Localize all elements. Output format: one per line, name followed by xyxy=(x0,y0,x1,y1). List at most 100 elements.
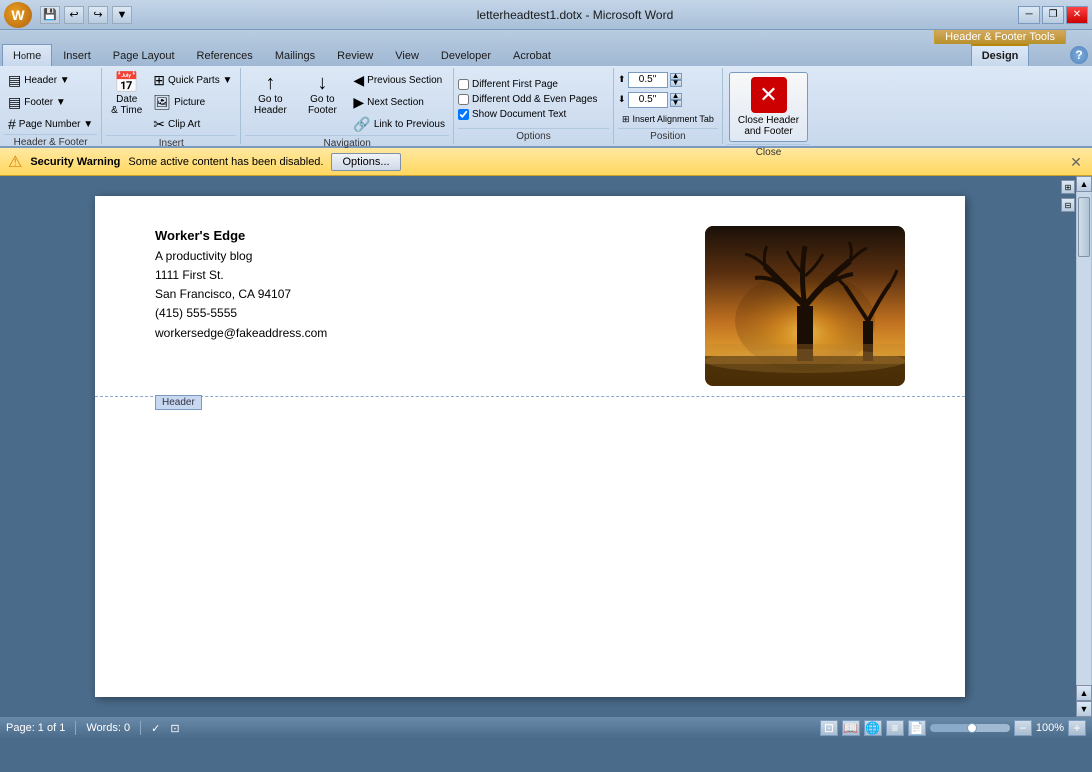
header-button[interactable]: ▤ Header ▼ xyxy=(4,70,97,91)
document-area: Worker's Edge A productivity blog 1111 F… xyxy=(0,176,1092,717)
close-group-label: Close xyxy=(727,144,810,158)
goto-footer-icon: ↓ xyxy=(317,73,327,93)
footer-position-field: ⬇ ▲ ▼ xyxy=(618,92,682,108)
zoom-slider[interactable] xyxy=(930,724,1010,732)
status-sep-2 xyxy=(140,721,141,735)
qat-undo[interactable]: ↩ xyxy=(64,6,84,24)
tab-view[interactable]: View xyxy=(384,44,430,66)
close-hf-label: Close Headerand Footer xyxy=(738,115,799,137)
quick-parts-button[interactable]: ⊞ Quick Parts ▼ xyxy=(149,70,236,91)
diff-first-checkbox[interactable] xyxy=(458,79,469,90)
scroll-up-button[interactable]: ▲ xyxy=(1076,176,1092,192)
tab-acrobat[interactable]: Acrobat xyxy=(502,44,562,66)
view-draft-button[interactable]: 📄 xyxy=(908,720,926,736)
view-normal-button[interactable]: ⊡ xyxy=(820,720,838,736)
tab-design[interactable]: Design xyxy=(971,44,1030,66)
close-hf-icon: ✕ xyxy=(751,77,787,113)
layout-icon[interactable]: ⊡ xyxy=(170,722,179,735)
show-doc-text-checkbox[interactable] xyxy=(458,109,469,120)
link-icon: 🔗 xyxy=(353,116,370,133)
qat-more[interactable]: ▼ xyxy=(112,6,132,24)
tab-page-layout[interactable]: Page Layout xyxy=(102,44,186,66)
prev-section-button[interactable]: ◀ Previous Section xyxy=(349,70,449,91)
footer-button[interactable]: ▤ Footer ▼ xyxy=(4,92,97,113)
header-label: Header xyxy=(155,395,202,410)
city-state: San Francisco, CA 94107 xyxy=(155,285,327,304)
restore-button[interactable]: ❐ xyxy=(1042,6,1064,24)
company-name: Worker's Edge xyxy=(155,226,327,247)
proofing-icon[interactable]: ✓ xyxy=(151,722,160,735)
tab-developer[interactable]: Developer xyxy=(430,44,502,66)
scroll-down-button-1[interactable]: ▲ xyxy=(1076,685,1092,701)
qat-save[interactable]: 💾 xyxy=(40,6,60,24)
window-title: letterheadtest1.dotx - Microsoft Word xyxy=(132,8,1018,22)
security-close-button[interactable]: ✕ xyxy=(1068,154,1084,170)
link-prev-button[interactable]: 🔗 Link to Previous xyxy=(349,114,449,135)
address1: 1111 First St. xyxy=(155,266,327,285)
zoom-out-button[interactable]: − xyxy=(1014,720,1032,736)
document-scroll-area: Worker's Edge A productivity blog 1111 F… xyxy=(0,176,1060,717)
clip-art-icon: ✂ xyxy=(153,116,165,133)
header-position-input[interactable] xyxy=(628,72,668,88)
view-reading-button[interactable]: 📖 xyxy=(842,720,860,736)
office-button[interactable]: W xyxy=(4,2,32,28)
picture-icon: 🖼 xyxy=(153,94,171,111)
picture-button[interactable]: 🖼 Picture xyxy=(149,92,236,113)
alignment-icon: ⊞ xyxy=(622,114,630,125)
page-number-button[interactable]: # Page Number ▼ xyxy=(4,114,97,134)
date-time-icon: 📅 xyxy=(114,73,139,93)
ribbon-group-header-footer: ▤ Header ▼ ▤ Footer ▼ # Page Number ▼ He… xyxy=(0,68,102,144)
ribbon-tab-area: Home Insert Page Layout References Maili… xyxy=(0,30,1092,66)
security-message: Some active content has been disabled. xyxy=(128,156,323,168)
zoom-in-button[interactable]: + xyxy=(1068,720,1086,736)
qat-redo[interactable]: ↪ xyxy=(88,6,108,24)
goto-footer-button[interactable]: ↓ Go toFooter xyxy=(297,70,347,119)
security-warning-icon: ⚠ xyxy=(8,152,22,172)
goto-header-button[interactable]: ↑ Go toHeader xyxy=(245,70,295,119)
words-status: Words: 0 xyxy=(86,722,130,734)
header-image xyxy=(705,226,905,386)
prev-section-icon: ◀ xyxy=(353,72,364,89)
scroll-thumb[interactable] xyxy=(1078,197,1090,257)
tab-review[interactable]: Review xyxy=(326,44,384,66)
tab-insert[interactable]: Insert xyxy=(52,44,102,66)
minimize-button[interactable]: ─ xyxy=(1018,6,1040,24)
date-time-button[interactable]: 📅 Date& Time xyxy=(106,70,147,119)
ribbon-group-position: ⬆ ▲ ▼ ⬇ ▲ ▼ ⊞ Insert xyxy=(614,68,723,144)
document-header-zone: Worker's Edge A productivity blog 1111 F… xyxy=(95,196,965,397)
scroll-down-button-2[interactable]: ▼ xyxy=(1076,701,1092,717)
document-address: Worker's Edge A productivity blog 1111 F… xyxy=(155,226,327,343)
footer-pos-down[interactable]: ▼ xyxy=(670,100,682,107)
view-outline-button[interactable]: ≡ xyxy=(886,720,904,736)
close-header-footer-button[interactable]: ✕ Close Headerand Footer xyxy=(729,72,808,142)
diff-odd-even-checkbox[interactable] xyxy=(458,94,469,105)
window-controls: ─ ❐ ✕ xyxy=(1018,6,1088,24)
security-title: Security Warning xyxy=(30,156,120,168)
clip-art-button[interactable]: ✂ Clip Art xyxy=(149,114,236,135)
tree-svg xyxy=(705,226,905,386)
security-options-button[interactable]: Options... xyxy=(331,153,400,171)
footer-position-input[interactable] xyxy=(628,92,668,108)
page-status: Page: 1 of 1 xyxy=(6,722,65,734)
zoom-thumb[interactable] xyxy=(967,723,977,733)
document-body[interactable] xyxy=(95,397,965,697)
tab-home[interactable]: Home xyxy=(2,44,52,66)
next-section-button[interactable]: ▶ Next Section xyxy=(349,92,449,113)
insert-alignment-button[interactable]: ⊞ Insert Alignment Tab xyxy=(618,112,718,127)
side-tool-2[interactable]: ⊟ xyxy=(1061,198,1075,212)
tab-mailings[interactable]: Mailings xyxy=(264,44,326,66)
header-footer-group-label: Header & Footer xyxy=(4,134,97,148)
help-button[interactable]: ? xyxy=(1070,46,1088,64)
title-bar-left: W 💾 ↩ ↪ ▼ xyxy=(4,2,132,28)
view-web-button[interactable]: 🌐 xyxy=(864,720,882,736)
header-position-field: ⬆ ▲ ▼ xyxy=(618,72,682,88)
next-section-icon: ▶ xyxy=(353,94,364,111)
header-pos-down[interactable]: ▼ xyxy=(670,80,682,87)
vertical-scrollbar[interactable]: ▲ ▲ ▼ xyxy=(1076,176,1092,717)
insert-group-label: Insert xyxy=(106,135,236,149)
title-bar: W 💾 ↩ ↪ ▼ letterheadtest1.dotx - Microso… xyxy=(0,0,1092,30)
ribbon: Home Insert Page Layout References Maili… xyxy=(0,30,1092,148)
tab-references[interactable]: References xyxy=(186,44,264,66)
side-tool-1[interactable]: ⊞ xyxy=(1061,180,1075,194)
close-button[interactable]: ✕ xyxy=(1066,6,1088,24)
